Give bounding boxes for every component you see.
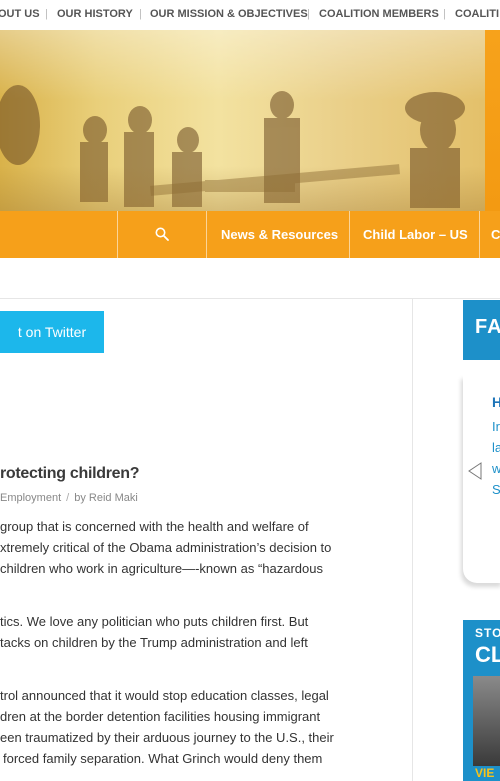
post-author[interactable]: Reid Maki xyxy=(89,492,138,504)
slide-text-line: w xyxy=(492,461,500,476)
nav-our-history[interactable]: OUR HISTORY xyxy=(57,8,133,20)
banner-orange-edge xyxy=(485,30,500,211)
search-icon[interactable] xyxy=(155,227,169,241)
nav-mission-objectives[interactable]: OUR MISSION & OBJECTIVES xyxy=(150,8,308,20)
menu-more[interactable]: C xyxy=(491,227,500,242)
slider-prev-arrow-icon[interactable] xyxy=(467,462,483,480)
menu-child-labor-us[interactable]: Child Labor – US xyxy=(363,227,468,242)
post-by: by xyxy=(74,492,86,504)
slide-text-line: S xyxy=(492,482,500,497)
nav-separator: | xyxy=(307,8,310,20)
nav-separator: | xyxy=(139,8,142,20)
post-paragraph: group that is concerned with the health … xyxy=(0,519,332,576)
top-navigation: OUT US | OUR HISTORY | OUR MISSION & OBJ… xyxy=(0,0,500,30)
nav-separator: | xyxy=(45,8,48,20)
slide-text-line: Ir xyxy=(492,419,500,434)
hero-banner-photo xyxy=(0,30,485,211)
nav-separator: | xyxy=(443,8,446,20)
content-divider xyxy=(0,298,500,299)
child-photo-image xyxy=(473,676,500,766)
sidebar-divider xyxy=(412,299,413,781)
menu-news-resources[interactable]: News & Resources xyxy=(221,227,338,242)
facts-widget-header[interactable]: FA xyxy=(463,300,500,360)
post-title[interactable]: rotecting children? xyxy=(0,465,140,483)
post-meta: Employment / by Reid Maki xyxy=(0,492,138,504)
slide-text-line: la xyxy=(492,440,500,455)
stop-child-labor-banner[interactable]: STO CL VIE xyxy=(463,620,500,781)
nav-about-us[interactable]: OUT US xyxy=(0,8,40,20)
nav-coalition-members[interactable]: COALITION MEMBERS xyxy=(319,8,439,20)
post-category[interactable]: Employment xyxy=(0,492,61,504)
post-paragraph: trol announced that it would stop educat… xyxy=(0,688,334,766)
main-menu-bar: News & Resources Child Labor – US C xyxy=(0,211,500,258)
post-paragraph: tics. We love any politician who puts ch… xyxy=(0,614,309,650)
share-on-twitter-button[interactable]: t on Twitter xyxy=(0,311,104,353)
slide-heading[interactable]: H xyxy=(492,394,500,410)
nav-coalition-more[interactable]: COALITI xyxy=(455,8,499,20)
